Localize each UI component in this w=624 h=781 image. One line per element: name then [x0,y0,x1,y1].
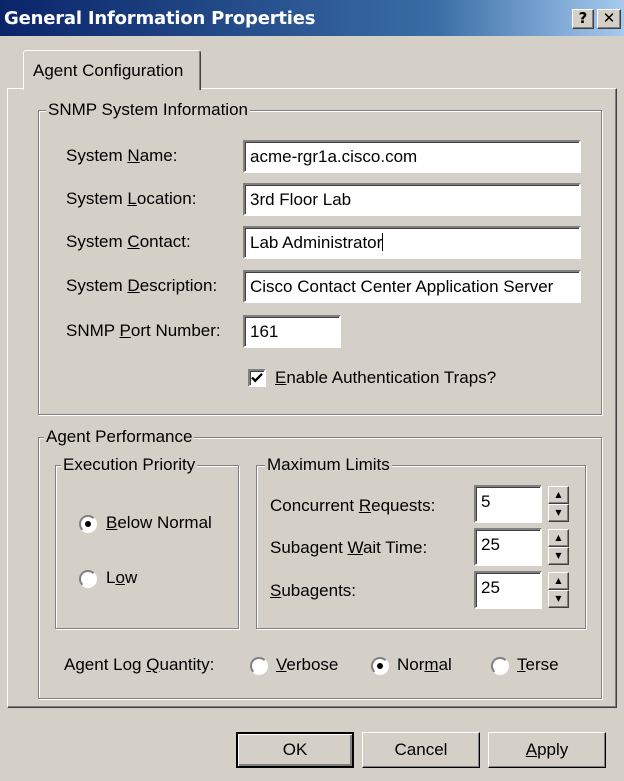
log-normal-radio[interactable] [371,657,389,675]
priority-low-radio[interactable] [79,570,97,588]
system-contact-label: System Contact: [66,232,191,251]
concurrent-requests-label: Concurrent Requests: [270,496,436,515]
snmp-port-field[interactable]: 161 [243,315,341,348]
system-description-field[interactable]: Cisco Contact Center Application Server [243,270,581,303]
snmp-port-label: SNMP Port Number: [66,321,221,340]
spin-down-icon[interactable]: ▼ [548,504,569,522]
execution-priority-group: Execution Priority [55,454,239,629]
close-icon: ✕ [602,9,616,27]
apply-button[interactable]: Apply [488,732,606,768]
auth-traps-label[interactable]: Enable Authentication Traps? [275,367,496,389]
execution-priority-label: Execution Priority [61,454,198,476]
system-description-label: System Description: [66,276,218,295]
log-terse-label[interactable]: Terse [517,654,559,676]
maximum-limits-label: Maximum Limits [265,454,392,476]
priority-below-normal-radio[interactable] [79,515,97,533]
system-contact-field[interactable]: Lab Administrator [243,226,581,259]
subagents-label: Subagents: [270,581,357,600]
priority-below-normal-label[interactable]: Below Normal [106,512,212,534]
spin-up-icon[interactable]: ▲ [548,572,569,590]
window-title: General Information Properties [4,8,316,29]
cancel-button[interactable]: Cancel [362,732,480,768]
concurrent-requests-field[interactable]: 5 [474,485,542,523]
close-button[interactable]: ✕ [597,9,621,29]
subagent-wait-field[interactable]: 25 [474,528,542,566]
log-normal-label[interactable]: Normal [397,654,452,676]
tab-agent-configuration[interactable]: Agent Configuration [23,50,201,90]
agent-log-quantity-label: Agent Log Quantity: [64,655,215,674]
help-icon: ? [578,9,588,27]
spin-down-icon[interactable]: ▼ [548,547,569,565]
subagent-wait-spinner[interactable]: ▲ ▼ [548,529,569,565]
concurrent-requests-spinner[interactable]: ▲ ▼ [548,486,569,522]
priority-low-label[interactable]: Low [106,567,137,589]
system-location-field[interactable]: 3rd Floor Lab [243,183,581,216]
snmp-group-label: SNMP System Information [46,99,250,121]
ok-button[interactable]: OK [236,732,354,768]
system-name-field[interactable]: acme-rgr1a.cisco.com [243,140,581,173]
help-button[interactable]: ? [572,9,594,29]
tab-label: Agent Configuration [33,61,184,80]
spin-up-icon[interactable]: ▲ [548,529,569,547]
log-verbose-label[interactable]: Verbose [276,654,338,676]
properties-dialog: General Information Properties ? ✕ Agent… [0,0,624,781]
log-terse-radio[interactable] [491,657,509,675]
system-location-label: System Location: [66,189,197,208]
subagents-field[interactable]: 25 [474,571,542,609]
spin-up-icon[interactable]: ▲ [548,486,569,504]
log-verbose-radio[interactable] [250,657,268,675]
auth-traps-checkbox[interactable] [248,369,266,387]
system-name-label: System Name: [66,146,178,165]
title-bar[interactable]: General Information Properties ? ✕ [0,0,624,36]
text-caret [382,233,384,251]
subagents-spinner[interactable]: ▲ ▼ [548,572,569,608]
check-icon [251,372,263,383]
spin-down-icon[interactable]: ▼ [548,590,569,608]
subagent-wait-label: Subagent Wait Time: [270,538,428,557]
agent-performance-label: Agent Performance [44,426,195,448]
